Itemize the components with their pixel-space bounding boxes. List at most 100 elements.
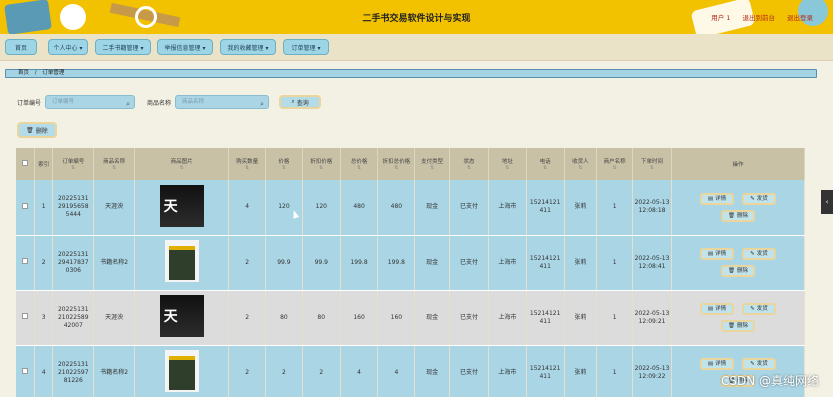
breadcrumb-home[interactable]: 首页 [18,70,29,76]
sort-icon[interactable]: ⇅ [599,165,630,171]
search-bar: 订单编号 订单编号 ⌕ 商品名称 商品名称 ⌕ ⌕ 查询 [17,95,322,109]
col-qty[interactable]: 购买数量 ⇅ [228,148,267,180]
delete-icon: 🗑 [727,323,735,329]
cell-pay-type: 现金 [414,180,451,236]
sort-icon[interactable]: ⇅ [268,165,300,171]
cell-order-no: 20225131 21022597 81226 [52,345,95,397]
collapse-handle-icon[interactable]: ‹ [821,190,833,214]
cell-order-time: 2022-05-13 12:08:41 [632,235,672,291]
col-price[interactable]: 价格 ⇅ [265,148,303,180]
col-order-no[interactable]: 订单编号 ⇅ [52,148,95,180]
col-address[interactable]: 地址 ⇅ [488,148,527,180]
row-checkbox[interactable] [21,368,28,374]
orders-table: 索引 订单编号 ⇅ 商品名称 ⇅ 商品图片 ⇅ 购买数量 ⇅ 价格 ⇅ 折扣价格 ⇅ 总价格… [16,148,806,397]
cell-order-time: 2022-05-13 12:09:21 [632,290,672,346]
sort-icon[interactable]: ⇅ [343,165,376,171]
col-pay-type[interactable]: 支付类型 ⇅ [414,148,451,180]
sort-icon[interactable]: ⇅ [491,165,524,171]
logout-link[interactable]: 退出登录 [787,12,813,22]
sort-icon[interactable]: ⇅ [452,165,486,171]
sort-icon[interactable]: ⇅ [231,165,263,171]
col-order-time[interactable]: 下单时间 ⇅ [632,148,672,180]
cell-index: 1 [34,180,54,236]
col-phone[interactable]: 电话 ⇅ [526,148,565,180]
cell-qty: 4 [228,180,267,236]
sort-icon[interactable]: ⇅ [96,165,132,171]
batch-delete-button[interactable]: 🗑 删除 [17,122,57,138]
row-delete-button[interactable]: 🗑 删除 [720,265,755,277]
cell-total: 199.8 [340,235,379,291]
cell-total: 4 [340,345,379,397]
cell-index: 3 [34,290,54,346]
cell-merchant: 1 [596,345,634,397]
detail-button[interactable]: ▤ 详情 [699,192,734,205]
row-checkbox[interactable] [21,313,28,319]
cell-discount-price: 120 [302,180,341,236]
product-name-label: 商品名称 [147,99,172,107]
sort-icon[interactable]: ⇅ [305,165,338,171]
detail-button[interactable]: ▤ 详情 [699,303,734,315]
order-no-input[interactable]: 订单编号 ⌕ [45,95,136,109]
nav-personal-center[interactable]: 个人中心 ▾ [48,39,88,55]
cell-total: 160 [340,290,379,346]
detail-icon: ▤ [707,251,714,257]
col-merchant[interactable]: 商户名称 ⇅ [596,148,634,180]
page-title: 二手书交易软件设计与实现 [362,14,471,24]
back-frontend-link[interactable]: 退出到前台 [743,12,776,22]
detail-button[interactable]: ▤ 详情 [699,358,734,370]
cell-price: 99.9 [265,235,303,291]
cell-discount-total: 480 [377,180,416,236]
cell-address: 上海市 [488,345,527,397]
row-checkbox[interactable] [21,202,28,209]
nav-reports[interactable]: 举报信息管理 ▾ [157,39,213,55]
col-status[interactable]: 状态 ⇅ [449,148,489,180]
cell-product-name: 天涯泱 [93,290,136,346]
cell-price: 120 [265,180,303,236]
ship-button[interactable]: ✎ 发货 [741,358,776,370]
col-product-name[interactable]: 商品名称 ⇅ [93,148,136,180]
ship-button[interactable]: ✎ 发货 [741,192,776,205]
sort-icon[interactable]: ⇅ [529,165,562,171]
col-total[interactable]: 总价格 ⇅ [340,148,379,180]
cell-order-no: 20225131 21022589 42007 [52,290,95,346]
cell-total: 480 [340,180,379,236]
row-actions: ▤ 详情 ✎ 发货 🗑 删除 [673,248,803,277]
detail-button[interactable]: ▤ 详情 [699,248,734,260]
col-actions: 操作 [671,148,806,180]
nav-second-hand-books[interactable]: 二手书籍管理 ▾ [95,39,151,55]
search-icon: ⌕ [126,100,131,108]
nav-home[interactable]: 首页 [5,39,37,55]
col-discount-total[interactable]: 折扣总价格 ⇅ [377,148,416,180]
edit-icon: ✎ [750,195,755,202]
col-consignee[interactable]: 收货人 ⇅ [564,148,598,180]
col-discount-price[interactable]: 折扣价格 ⇅ [302,148,341,180]
cell-discount-total: 199.8 [377,235,416,291]
cell-discount-price: 80 [302,290,341,346]
cell-merchant: 1 [596,235,634,291]
sort-icon[interactable]: ⇅ [417,165,447,171]
cell-merchant: 1 [596,180,634,236]
edit-icon: ✎ [750,306,755,312]
ship-button[interactable]: ✎ 发货 [741,303,776,315]
col-product-image[interactable]: 商品图片 ⇅ [134,148,230,180]
cell-qty: 2 [228,235,267,291]
table-row: 3 20225131 21022589 42007 天涯泱 2 80 80 16… [16,290,806,346]
select-all-cell[interactable] [16,148,35,180]
sort-icon[interactable]: ⇅ [380,165,412,171]
sort-icon[interactable]: ⇅ [567,165,595,171]
ship-button[interactable]: ✎ 发货 [741,248,776,260]
cell-consignee: 张莉 [564,290,598,346]
nav-favorites[interactable]: 我的收藏管理 ▾ [220,39,276,55]
cell-product-name: 书籍名称2 [93,345,136,397]
product-name-input[interactable]: 商品名称 ⌕ [175,95,270,109]
sort-icon[interactable]: ⇅ [137,165,226,171]
row-checkbox[interactable] [21,258,28,264]
breadcrumb-current: 订单管理 [42,70,65,76]
sort-icon[interactable]: ⇅ [635,165,669,171]
sort-icon[interactable]: ⇅ [55,165,91,171]
row-delete-button[interactable]: 🗑 删除 [720,209,755,222]
select-all-checkbox[interactable] [21,160,28,166]
query-button[interactable]: ⌕ 查询 [279,95,322,109]
row-delete-button[interactable]: 🗑 删除 [720,320,755,332]
nav-orders[interactable]: 订单管理 ▾ [283,39,329,55]
